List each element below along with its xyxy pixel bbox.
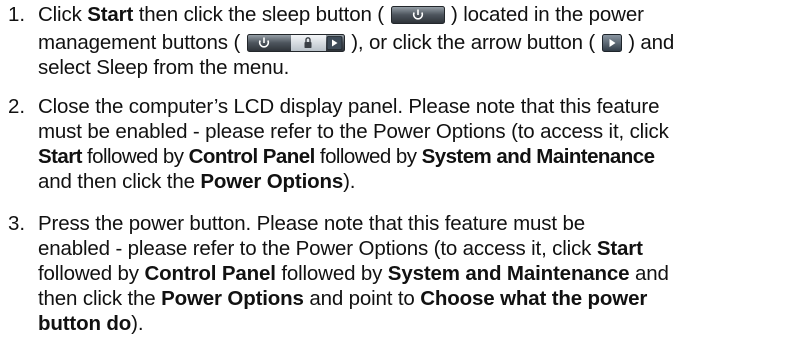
step-text: and — [634, 262, 669, 285]
step-line: then click the Power Options and point t… — [38, 287, 647, 311]
system-maintenance-term: System and Maintenance — [387, 262, 630, 285]
step-line: management buttons (), or click the arr… — [38, 31, 674, 55]
step-line: Click Start then click the sleep button … — [38, 3, 644, 27]
power-options-term: Power Options — [161, 287, 304, 310]
step-text: Click — [38, 3, 82, 26]
step-line: Close the computer’s LCD display panel. … — [38, 95, 660, 118]
step-text: followed by — [86, 145, 184, 168]
start-term: Start — [38, 145, 83, 168]
step-line: Press the power button. Please note that… — [38, 212, 585, 235]
step-text: ). — [131, 312, 144, 335]
system-maintenance-term: System and Maintenance — [421, 145, 655, 168]
power-management-buttons-icon — [246, 34, 345, 52]
step-line: enabled - please refer to the Power Opti… — [38, 237, 643, 261]
step-line: and then click the Power Options). — [38, 170, 355, 194]
step-text: followed by — [38, 262, 139, 285]
step-number: 2. — [8, 95, 26, 118]
step-text: ), or click the arrow button ( — [351, 31, 596, 54]
step-line: select Sleep from the menu. — [38, 56, 289, 80]
control-panel-term: Control Panel — [144, 262, 276, 285]
choose-power-button-term: Choose what the power — [420, 287, 648, 310]
sleep-button-icon — [390, 6, 445, 24]
step-text: ). — [343, 170, 356, 193]
step-line: Start followed by Control Panel followed … — [38, 145, 655, 169]
step-text: followed by — [319, 145, 417, 168]
step-text: followed by — [281, 262, 383, 285]
step-line: button do). — [38, 312, 144, 336]
step-text: ) and — [628, 31, 675, 54]
arrow-button-icon — [601, 34, 622, 52]
step-line: followed by Control Panel followed by Sy… — [38, 262, 669, 286]
instructions-document: 1. Click Start then click the sleep butt… — [0, 0, 805, 344]
control-panel-term: Control Panel — [188, 145, 316, 168]
step-text: select Sleep from the menu. — [38, 56, 290, 79]
step-text: then click the — [38, 287, 156, 310]
step-text: management buttons ( — [38, 31, 241, 54]
start-term: Start — [596, 237, 643, 260]
step-line: must be enabled - please refer to the Po… — [38, 120, 669, 143]
step-text: then click the sleep button ( — [138, 3, 384, 26]
step-number: 3. — [8, 212, 26, 235]
step-text: enabled - please refer to the Power Opti… — [38, 237, 592, 260]
step-number: 1. — [8, 3, 26, 26]
step-text: and then click the — [38, 170, 195, 193]
choose-power-button-term: button do — [38, 312, 132, 335]
step-text: ) located in the power — [451, 3, 644, 26]
step-text: and point to — [309, 287, 415, 310]
start-term: Start — [87, 3, 134, 26]
power-options-term: Power Options — [200, 170, 344, 193]
